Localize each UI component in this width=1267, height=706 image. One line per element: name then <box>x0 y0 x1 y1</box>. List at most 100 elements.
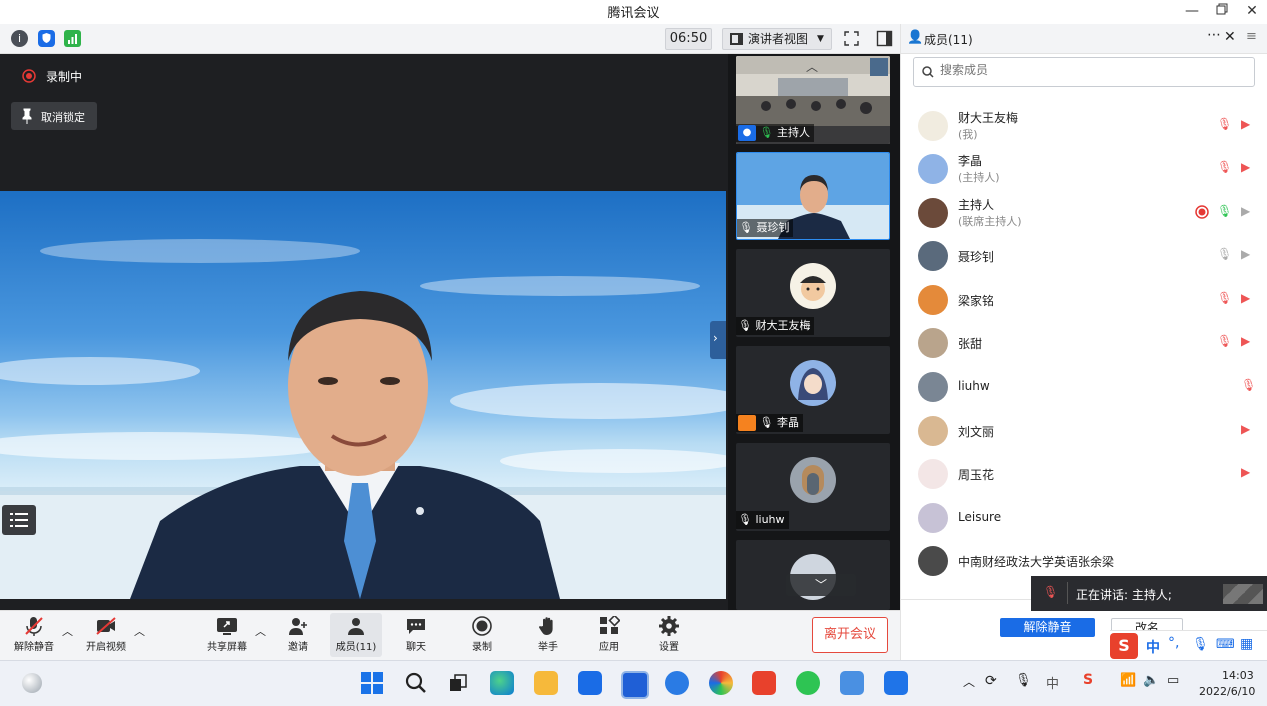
battery-icon[interactable]: ▭ <box>1167 673 1179 688</box>
info-icon[interactable]: i <box>11 30 28 47</box>
mic-muted-icon[interactable]: 🎙 <box>1241 378 1256 392</box>
start-button[interactable] <box>361 672 383 694</box>
mic-icon[interactable]: 🎙 <box>1217 247 1232 261</box>
chrome-icon[interactable] <box>709 671 733 695</box>
unmute-all-button[interactable]: 解除静音 <box>1000 618 1095 637</box>
sync-icon[interactable]: ⟳ <box>985 673 997 689</box>
toolbox-icon[interactable]: ▦ <box>1240 636 1253 652</box>
member-row[interactable]: liuhw 🎙 <box>901 365 1267 408</box>
member-row[interactable]: 聂珍钊 🎙 ▶ <box>901 234 1267 277</box>
record-button[interactable]: 录制 <box>460 613 504 653</box>
camera-icon[interactable]: ▶ <box>1241 247 1250 261</box>
start-video-button[interactable]: 开启视频 <box>82 613 130 653</box>
raise-hand-button[interactable]: 举手 <box>526 613 570 653</box>
member-row[interactable]: 刘文丽 ▶ <box>901 409 1267 452</box>
chevron-up-icon[interactable]: ︿ <box>806 58 818 75</box>
unmute-button[interactable]: 解除静音 <box>10 613 58 653</box>
mic-muted-icon[interactable]: 🎙 <box>1217 160 1232 174</box>
camera-off-icon[interactable]: ▶ <box>1241 465 1250 479</box>
member-row[interactable]: 张甜 🎙 ▶ <box>901 321 1267 364</box>
fullscreen-button[interactable] <box>843 30 860 47</box>
invite-button[interactable]: 邀请 <box>276 613 320 653</box>
speaker-video[interactable] <box>0 191 726 599</box>
member-row[interactable]: 财大王友梅 (我) 🎙 ▶ <box>901 104 1267 147</box>
widgets-icon[interactable] <box>22 673 42 693</box>
search-input[interactable] <box>938 62 1242 78</box>
thumbnail-tile[interactable]: 🎙 liuhw <box>736 443 890 531</box>
view-switch-button[interactable]: 演讲者视图 ▼ <box>722 28 832 50</box>
clock-time[interactable]: 14:03 <box>1222 669 1254 682</box>
thumbnail-tile[interactable]: 🎙 李晶 <box>736 346 890 434</box>
thumbnail-tile[interactable]: 🎙 财大王友梅 <box>736 249 890 337</box>
camera-off-icon[interactable]: ▶ <box>1241 334 1250 348</box>
members-button[interactable]: 成员(11) <box>330 613 382 657</box>
task-view-button[interactable] <box>449 674 467 692</box>
minimize-button[interactable]: — <box>1177 0 1207 24</box>
chevron-up-icon[interactable]: ︿ <box>255 623 266 639</box>
camera-off-icon[interactable]: ▶ <box>1241 117 1250 131</box>
search-box[interactable] <box>913 57 1255 87</box>
mic-icon[interactable]: 🎙 <box>1217 204 1232 218</box>
search-button[interactable] <box>405 672 427 694</box>
thumbnail-tile[interactable]: 🎙 聂珍钊 <box>736 152 890 240</box>
punctuation-icon[interactable]: °, <box>1168 635 1179 651</box>
camera-off-icon[interactable]: ▶ <box>1241 160 1250 174</box>
lark-icon[interactable] <box>884 671 908 695</box>
sogou-icon[interactable]: S <box>1110 633 1138 659</box>
mail-icon[interactable] <box>578 671 602 695</box>
camera-off-icon[interactable]: ▶ <box>1241 422 1250 436</box>
volume-icon[interactable]: 🔈 <box>1143 673 1159 688</box>
mic-muted-icon[interactable]: 🎙 <box>1217 334 1232 348</box>
restore-button[interactable] <box>1207 0 1237 24</box>
mic-icon[interactable]: 🎙 <box>1015 673 1032 688</box>
share-screen-button[interactable]: 共享屏幕 <box>203 613 251 653</box>
settings-button[interactable]: 设置 <box>647 613 691 653</box>
member-row[interactable]: 梁家铭 🎙 ▶ <box>901 278 1267 321</box>
camera-off-icon[interactable]: ▶ <box>1241 291 1250 305</box>
app-icon[interactable] <box>665 671 689 695</box>
unpin-button[interactable]: 取消锁定 <box>11 102 97 130</box>
member-row[interactable]: 主持人 (联席主持人) 🎙 ▶ <box>901 191 1267 234</box>
member-row[interactable]: Leisure <box>901 496 1267 539</box>
member-row[interactable]: 李晶 (主持人) 🎙 ▶ <box>901 147 1267 190</box>
drag-handle[interactable] <box>1223 584 1263 604</box>
clock-date[interactable]: 2022/6/10 <box>1199 685 1255 698</box>
collapse-thumbnails-button[interactable]: › <box>710 321 726 359</box>
scroll-down-button[interactable]: ﹀ <box>786 574 856 596</box>
chevron-up-icon[interactable]: ︿ <box>62 623 73 639</box>
wechat-icon[interactable] <box>796 671 820 695</box>
shield-icon[interactable] <box>38 30 55 47</box>
signal-icon[interactable] <box>64 30 81 47</box>
mic-muted-icon[interactable]: 🎙 <box>1217 117 1232 131</box>
wps-icon[interactable] <box>752 671 776 695</box>
chevron-up-icon[interactable]: ︿ <box>134 623 145 639</box>
file-explorer-icon[interactable] <box>534 671 558 695</box>
tray-expand-icon[interactable]: ︿ <box>963 673 975 690</box>
leave-meeting-button[interactable]: 离开会议 <box>812 617 888 653</box>
edge-icon[interactable] <box>490 671 514 695</box>
tray-ime-mode[interactable]: 中 <box>1046 673 1059 692</box>
member-name: liuhw <box>958 379 990 393</box>
photos-icon[interactable] <box>840 671 864 695</box>
sogou-tray-icon[interactable]: S <box>1083 672 1093 688</box>
close-button[interactable]: ✕ <box>1237 0 1267 24</box>
close-panel-icon[interactable]: ✕ <box>1224 29 1236 45</box>
keyboard-icon[interactable]: ⌨ <box>1216 637 1235 652</box>
apps-button[interactable]: 应用 <box>587 613 631 653</box>
wifi-icon[interactable]: 📶 <box>1120 673 1136 688</box>
chat-button[interactable]: 聊天 <box>394 613 438 653</box>
host-badge-icon: ● <box>738 125 756 141</box>
voice-input-icon[interactable]: 🎙 <box>1192 637 1209 652</box>
more-icon[interactable]: ⋯ <box>1207 27 1221 43</box>
tencent-meeting-icon[interactable] <box>621 671 649 699</box>
member-row[interactable]: 周玉花 ▶ <box>901 452 1267 495</box>
list-view-button[interactable] <box>2 505 36 535</box>
mic-muted-icon[interactable]: 🎙 <box>1217 291 1232 305</box>
sidebar-toggle-button[interactable] <box>876 30 893 47</box>
menu-icon[interactable]: ≡ <box>1246 29 1257 44</box>
thumbnail-tile[interactable]: ﹀ <box>736 540 890 610</box>
ime-mode[interactable]: 中 <box>1146 637 1160 657</box>
camera-icon[interactable]: ▶ <box>1241 204 1250 218</box>
layout-icon <box>730 33 743 45</box>
thumbnail-tile[interactable]: ︿ ● 🎙 主持人 <box>736 56 890 144</box>
